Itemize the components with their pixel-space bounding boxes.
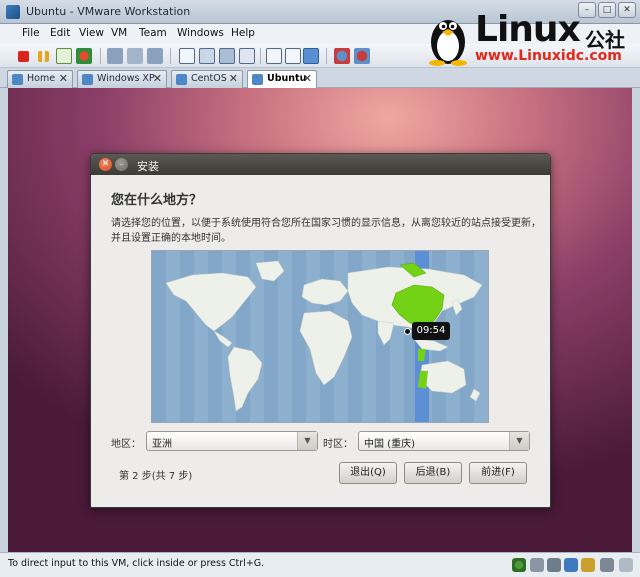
summary-view-icon[interactable] (285, 48, 301, 64)
dialog-titlebar: ✕ – 安装 (91, 154, 550, 175)
region-select-value: 亚洲 (152, 439, 172, 450)
tab-label: CentOS (191, 73, 227, 84)
installer-dialog: ✕ – 安装 您在什么地方？ 请选择您的位置，以便于系统使用符合您所在国家习惯的… (90, 153, 551, 508)
vm-tab-bar: Home ✕ Windows XP ✕ CentOS ✕ Ubuntu ✕ (0, 68, 640, 88)
timezone-select-value: 中国 (重庆) (364, 439, 415, 450)
sidebar-toggle-icon[interactable] (179, 48, 195, 64)
tab-label: Home (27, 73, 56, 84)
team-icon[interactable] (334, 48, 350, 64)
menu-help[interactable]: Help (231, 27, 255, 39)
logo-brand-text: Linux (475, 9, 581, 50)
menu-vm[interactable]: VM (111, 27, 127, 39)
chevron-down-icon[interactable]: ▼ (509, 432, 529, 450)
network-icon[interactable] (512, 558, 526, 572)
logo-url-text: www.Linuxidc.com (475, 48, 622, 64)
map-time-tooltip: 09:54 (412, 322, 450, 340)
tab-label: Ubuntu (267, 73, 307, 84)
quit-button[interactable]: 退出(Q) (339, 462, 397, 484)
tab-close-icon[interactable]: ✕ (59, 72, 68, 85)
menu-windows[interactable]: Windows (177, 27, 224, 39)
usb-icon[interactable] (564, 558, 578, 572)
forward-button[interactable]: 前进(F) (469, 462, 527, 484)
window-title: Ubuntu - VMware Workstation (26, 5, 191, 18)
status-text: To direct input to this VM, click inside… (8, 558, 265, 569)
linuxidc-logo: Linux 公社 www.Linuxidc.com (425, 10, 639, 68)
tab-close-icon[interactable]: ✕ (229, 72, 238, 85)
console-view-icon[interactable] (266, 48, 282, 64)
unity-icon[interactable] (239, 48, 255, 64)
tux-penguin-icon (429, 20, 467, 66)
dialog-close-icon[interactable]: ✕ (99, 158, 112, 171)
menu-file[interactable]: File (22, 27, 40, 39)
appliance-view-icon[interactable] (303, 48, 319, 64)
hard-disk-icon[interactable] (530, 558, 544, 572)
vm-frame (0, 88, 8, 552)
dialog-title: 安装 (137, 160, 159, 173)
tab-home[interactable]: Home ✕ (7, 70, 73, 88)
suspend-icon[interactable] (38, 51, 49, 62)
menu-team[interactable]: Team (139, 27, 167, 39)
toolbar-separator (326, 48, 327, 64)
tab-label: Windows XP (97, 73, 155, 84)
page-heading: 您在什么地方？ (111, 193, 203, 208)
vm-icon (252, 74, 263, 85)
region-label: 地区： (111, 439, 141, 450)
toolbar-separator (260, 48, 261, 64)
dialog-minimize-icon[interactable]: – (115, 158, 128, 171)
timezone-label: 时区： (323, 439, 353, 450)
snapshot-manager-icon[interactable] (147, 48, 163, 64)
chevron-down-icon[interactable]: ▼ (297, 432, 317, 450)
power-off-icon[interactable] (18, 51, 29, 62)
snapshot-icon[interactable] (107, 48, 123, 64)
toolbar-separator (100, 48, 101, 64)
message-log-icon[interactable] (600, 558, 614, 572)
back-button[interactable]: 后退(B) (404, 462, 462, 484)
tab-centos[interactable]: CentOS ✕ (171, 70, 243, 88)
resize-grip-icon (619, 558, 633, 572)
full-screen-icon[interactable] (219, 48, 235, 64)
toolbar-separator (170, 48, 171, 64)
timezone-select[interactable]: 中国 (重庆) ▼ (358, 431, 530, 451)
cd-rom-icon[interactable] (547, 558, 561, 572)
revert-snapshot-icon[interactable] (127, 48, 143, 64)
menu-edit[interactable]: Edit (50, 27, 70, 39)
tab-windows-xp[interactable]: Windows XP ✕ (77, 70, 167, 88)
tab-ubuntu[interactable]: Ubuntu ✕ (247, 70, 317, 88)
sound-icon[interactable] (581, 558, 595, 572)
tab-close-icon[interactable]: ✕ (153, 72, 162, 85)
reset-icon[interactable] (76, 48, 92, 64)
tab-close-icon[interactable]: ✕ (303, 72, 312, 85)
region-select[interactable]: 亚洲 ▼ (146, 431, 318, 451)
menu-view[interactable]: View (79, 27, 104, 39)
status-bar: To direct input to this VM, click inside… (0, 552, 640, 577)
vm-icon (82, 74, 93, 85)
help-icon[interactable] (354, 48, 370, 64)
vm-frame (632, 88, 640, 552)
selected-location-marker (404, 328, 411, 335)
page-description: 请选择您的位置，以便于系统使用符合您所在国家习惯的显示信息，从离您较近的站点接受… (111, 218, 541, 244)
home-icon (12, 74, 23, 85)
vmware-app-icon (6, 5, 20, 19)
power-on-icon[interactable] (56, 48, 72, 64)
vm-icon (176, 74, 187, 85)
step-indicator: 第 2 步(共 7 步) (119, 471, 193, 482)
quick-switch-icon[interactable] (199, 48, 215, 64)
